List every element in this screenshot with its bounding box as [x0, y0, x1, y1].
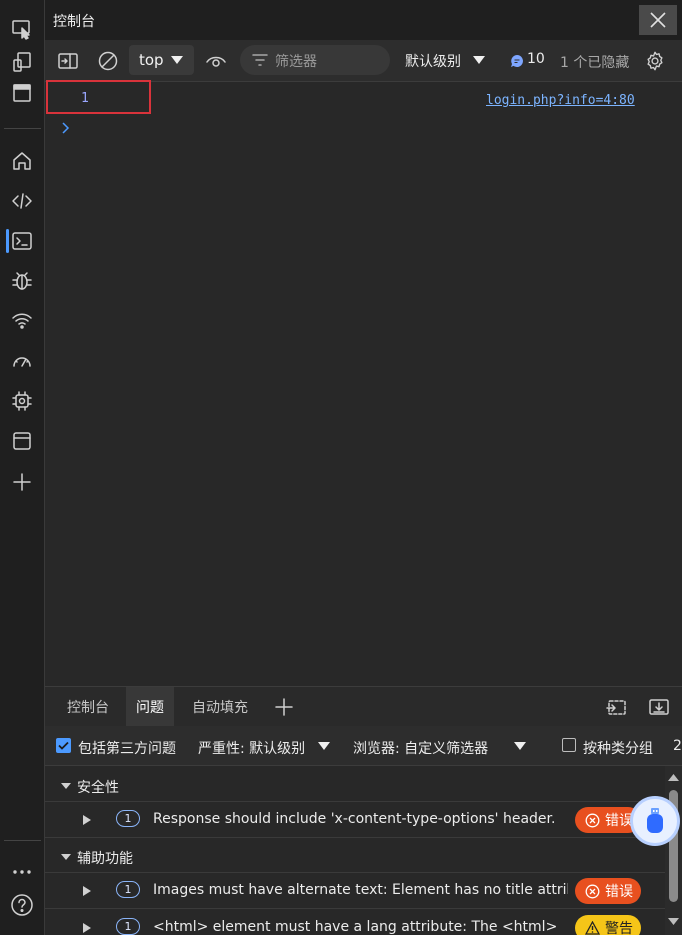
context-select[interactable]: top	[129, 45, 194, 75]
close-drawer-button[interactable]	[648, 697, 670, 717]
context-select-value: top	[139, 51, 164, 69]
collapsed-arrow-icon	[83, 923, 91, 933]
application-window-icon[interactable]	[5, 424, 39, 458]
hidden-count: 1 个已隐藏	[560, 55, 630, 71]
clear-icon	[98, 51, 118, 71]
move-to-top-icon	[606, 700, 626, 715]
issues-list: 安全性 1 Response should include 'x-content…	[45, 766, 665, 935]
welcome-home-icon[interactable]	[5, 144, 39, 178]
filter-icon	[252, 54, 268, 66]
log-message-value: 1	[81, 91, 89, 106]
gear-icon	[647, 51, 663, 71]
more-options-icon[interactable]	[5, 855, 39, 889]
log-source-link[interactable]: login.php?info=4:80	[486, 93, 635, 108]
badge-label: 错误	[605, 813, 633, 829]
chevron-down-icon	[171, 56, 183, 64]
tab-issues[interactable]: 问题	[126, 687, 174, 727]
overflow-count: 2	[673, 738, 682, 754]
tab-console[interactable]: 控制台	[57, 687, 119, 727]
browser-filter-select[interactable]: 浏览器: 自定义筛选器	[353, 738, 488, 758]
collapsed-arrow-icon	[83, 886, 91, 896]
console-icon[interactable]	[5, 224, 39, 258]
category-security[interactable]: 安全性	[45, 768, 665, 802]
activity-separator-bottom	[4, 840, 41, 841]
drawer-tab-bar: 控制台 问题 自动填充	[45, 686, 682, 727]
sources-bug-icon[interactable]	[5, 264, 39, 298]
close-icon	[650, 12, 666, 28]
dock-panel-icon[interactable]	[5, 76, 39, 110]
memory-chip-icon[interactable]	[5, 384, 39, 418]
level-chevron-down-icon	[473, 56, 485, 64]
more-tools-plus-icon[interactable]	[5, 465, 39, 499]
log-level-select[interactable]: 默认级别	[405, 51, 461, 71]
close-panel-button[interactable]	[639, 5, 677, 35]
clear-console-button[interactable]	[93, 46, 123, 76]
elements-code-icon[interactable]	[5, 184, 39, 218]
severity-select[interactable]: 严重性: 默认级别	[198, 738, 305, 758]
performance-gauge-icon[interactable]	[5, 344, 39, 378]
issue-title: Images must have alternate text: Element…	[153, 882, 568, 898]
sidebar-toggle-icon	[58, 53, 78, 69]
severity-error-badge: 错误	[575, 878, 641, 904]
warning-triangle-icon	[585, 921, 600, 935]
issue-row[interactable]: 1 Images must have alternate text: Eleme…	[45, 873, 665, 909]
scroll-down-arrow-icon[interactable]	[668, 918, 679, 925]
check-icon	[58, 741, 69, 750]
category-label: 辅助功能	[77, 851, 133, 867]
console-settings-button[interactable]	[640, 46, 670, 76]
filter-input[interactable]: 筛选器	[240, 45, 390, 75]
severity-warning-badge: 警告	[575, 915, 641, 935]
panel-title-bar: 控制台	[45, 0, 682, 40]
activity-bar	[0, 0, 45, 935]
issue-count-badge: 1	[116, 918, 140, 935]
issue-title: <html> element must have a lang attribut…	[153, 919, 558, 935]
issues-toolbar: 包括第三方问题 严重性: 默认级别 浏览器: 自定义筛选器 按种类分组 2	[45, 726, 682, 766]
issue-row[interactable]: 1 Response should include 'x-content-typ…	[45, 802, 665, 838]
console-output: 1 login.php?info=4:80	[45, 80, 682, 685]
filter-placeholder: 筛选器	[275, 54, 317, 70]
badge-label: 错误	[605, 884, 633, 900]
browser-chevron-down-icon	[514, 742, 526, 750]
issue-count-badge: 1	[116, 881, 140, 898]
toggle-sidebar-button[interactable]	[53, 46, 83, 76]
network-wifi-icon[interactable]	[5, 304, 39, 338]
undock-drawer-button[interactable]	[605, 697, 627, 717]
error-circle-icon	[585, 813, 600, 827]
plus-icon	[275, 698, 293, 716]
message-bubble-icon	[511, 55, 523, 67]
message-count[interactable]: 10	[527, 51, 545, 67]
eye-icon	[206, 56, 226, 67]
expand-arrow-icon	[61, 783, 71, 789]
console-prompt-chevron-icon[interactable]	[61, 122, 71, 134]
badge-label: 警告	[605, 921, 633, 935]
console-toolbar: top 筛选器 默认级别 10 1 个已隐藏	[45, 40, 682, 82]
issue-title: Response should include 'x-content-type-…	[153, 811, 556, 827]
usb-drive-icon	[647, 808, 663, 833]
group-by-kind-label: 按种类分组	[583, 741, 653, 757]
live-expression-button[interactable]	[201, 46, 231, 76]
collapsed-arrow-icon	[83, 815, 91, 825]
group-by-kind-checkbox[interactable]	[562, 738, 576, 752]
panel-title: 控制台	[53, 14, 95, 30]
dock-bottom-icon	[649, 699, 669, 715]
category-accessibility[interactable]: 辅助功能	[45, 839, 665, 873]
expand-arrow-icon	[61, 854, 71, 860]
floating-assistant-button[interactable]	[630, 796, 680, 846]
device-emulation-icon[interactable]	[5, 45, 39, 79]
category-label: 安全性	[77, 780, 119, 796]
help-icon[interactable]	[5, 888, 39, 922]
inspect-element-icon[interactable]	[5, 12, 39, 46]
severity-chevron-down-icon	[318, 742, 330, 750]
include-third-party-label: 包括第三方问题	[78, 741, 176, 757]
include-third-party-checkbox[interactable]	[56, 738, 71, 753]
scroll-up-arrow-icon[interactable]	[668, 774, 679, 781]
issue-count-badge: 1	[116, 810, 140, 827]
add-tab-button[interactable]	[274, 697, 294, 717]
highlight-box	[46, 80, 151, 114]
issue-row[interactable]: 1 <html> element must have a lang attrib…	[45, 910, 665, 935]
error-circle-icon	[585, 884, 600, 898]
activity-separator	[4, 128, 41, 129]
issues-scrollbar[interactable]	[665, 766, 682, 935]
tab-autofill[interactable]: 自动填充	[182, 687, 258, 727]
